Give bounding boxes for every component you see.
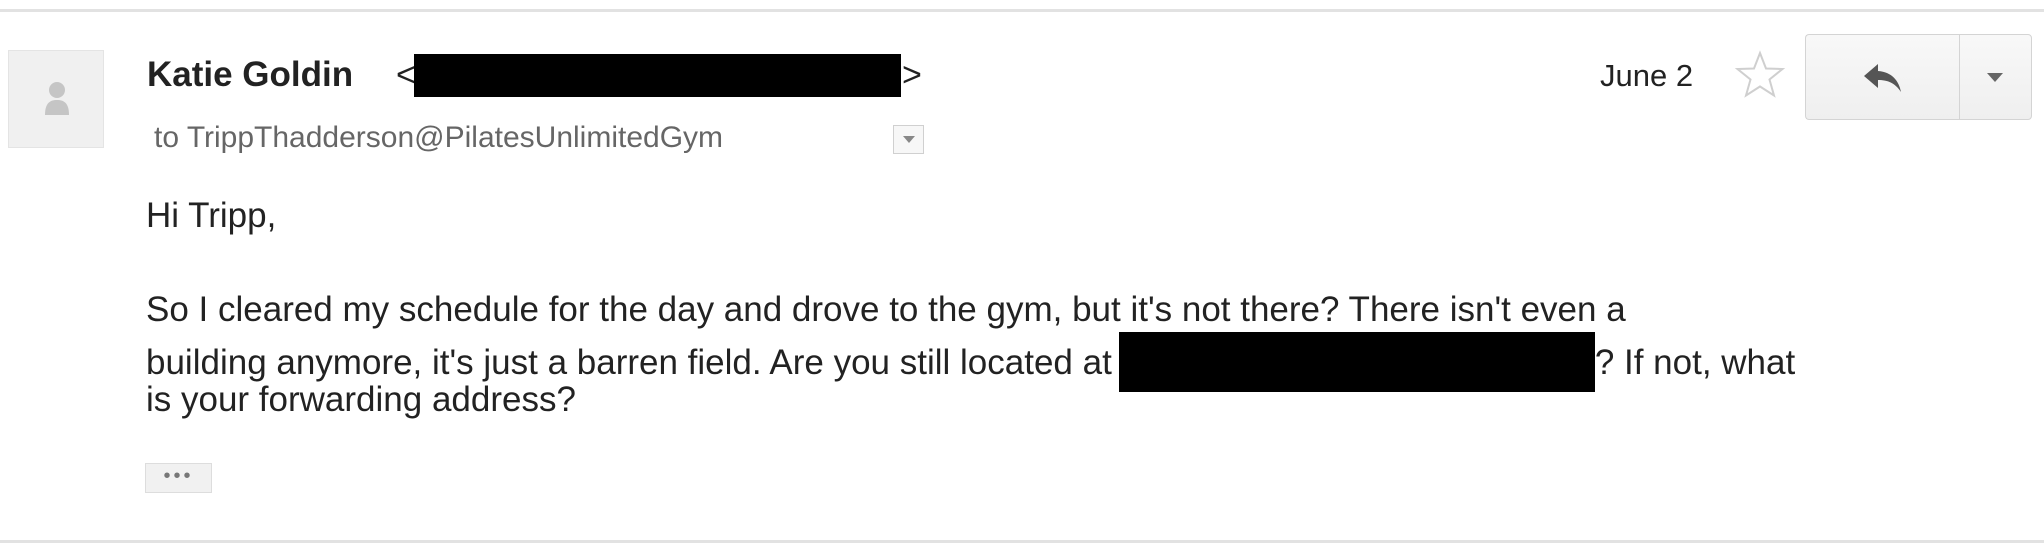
email-message-view: Katie Goldin < > to TrippThadderson@Pila… — [0, 0, 2044, 554]
show-trimmed-content-button[interactable]: ••• — [145, 463, 212, 493]
sender-line: Katie Goldin — [147, 50, 353, 100]
email-body-line-3: is your forwarding address? — [146, 380, 576, 419]
reply-button[interactable] — [1805, 34, 1959, 120]
recipient-line: to TrippThadderson@PilatesUnlimitedGym — [154, 121, 724, 154]
email-body-line-1: So I cleared my schedule for the day and… — [146, 290, 1626, 329]
chevron-down-icon — [903, 136, 915, 143]
trimmed-content-label: ••• — [163, 465, 194, 487]
sender-close-bracket: > — [902, 56, 922, 94]
star-icon[interactable] — [1734, 50, 1786, 100]
caret-down-icon — [1987, 73, 2003, 82]
show-details-button[interactable] — [893, 125, 924, 154]
bottom-divider — [0, 540, 2044, 543]
top-divider — [0, 9, 2044, 12]
person-icon — [45, 82, 69, 115]
reply-arrow-icon — [1864, 64, 1901, 92]
message-date: June 2 — [1600, 58, 1694, 93]
sender-avatar[interactable] — [8, 50, 104, 148]
redacted-sender-email — [414, 54, 901, 97]
sender-open-bracket: < — [396, 56, 416, 94]
sender-name[interactable]: Katie Goldin — [147, 55, 353, 94]
more-actions-button[interactable] — [1959, 34, 2032, 120]
email-greeting: Hi Tripp, — [146, 196, 277, 235]
